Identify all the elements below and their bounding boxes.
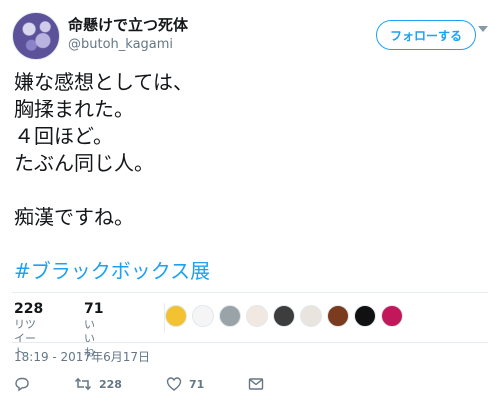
tweet-timestamp[interactable]: 18:19 - 2017年6月17日 (14, 348, 150, 365)
retweet-count: 228 (99, 377, 122, 391)
like-button[interactable]: 71 (166, 376, 204, 392)
liker-avatar[interactable] (273, 305, 295, 327)
reply-icon (14, 376, 30, 392)
user-names[interactable]: 命懸けで立つ死体 @butoh_kagami (68, 16, 188, 54)
direct-message-button[interactable] (248, 377, 264, 391)
liker-avatar[interactable] (165, 305, 187, 327)
liker-avatar[interactable] (327, 305, 349, 327)
retweet-icon (74, 376, 92, 392)
retweet-stat-count: 228 (14, 301, 44, 317)
follow-button[interactable]: フォローする (376, 20, 476, 50)
divider (12, 342, 488, 343)
liker-avatar[interactable] (300, 305, 322, 327)
liker-avatar[interactable] (219, 305, 241, 327)
reply-button[interactable] (14, 376, 30, 392)
display-name[interactable]: 命懸けで立つ死体 (68, 16, 188, 34)
user-handle[interactable]: @butoh_kagami (68, 36, 188, 54)
retweet-button[interactable]: 228 (74, 376, 122, 392)
chevron-down-icon[interactable] (478, 26, 488, 32)
tweet-actions: 228 71 (14, 374, 308, 394)
like-count: 71 (188, 377, 205, 391)
like-stat-count: 71 (84, 301, 104, 317)
heart-icon (166, 376, 182, 392)
liker-avatar[interactable] (192, 305, 214, 327)
hashtag-link[interactable]: #ブラックボックス展 (14, 258, 210, 285)
liker-avatar[interactable] (354, 305, 376, 327)
tweet-text: 嫌な感想としては、 胸揉まれた。 ４回ほど。 たぶん同じ人。 痴漢ですね。 (14, 70, 193, 229)
envelope-icon (248, 377, 264, 391)
liker-avatar[interactable] (246, 305, 268, 327)
liker-avatars (165, 305, 408, 327)
avatar[interactable] (12, 12, 60, 60)
divider (12, 292, 488, 293)
tweet-header: 命懸けで立つ死体 @butoh_kagami フォローする (12, 12, 488, 60)
liker-avatar[interactable] (381, 305, 403, 327)
